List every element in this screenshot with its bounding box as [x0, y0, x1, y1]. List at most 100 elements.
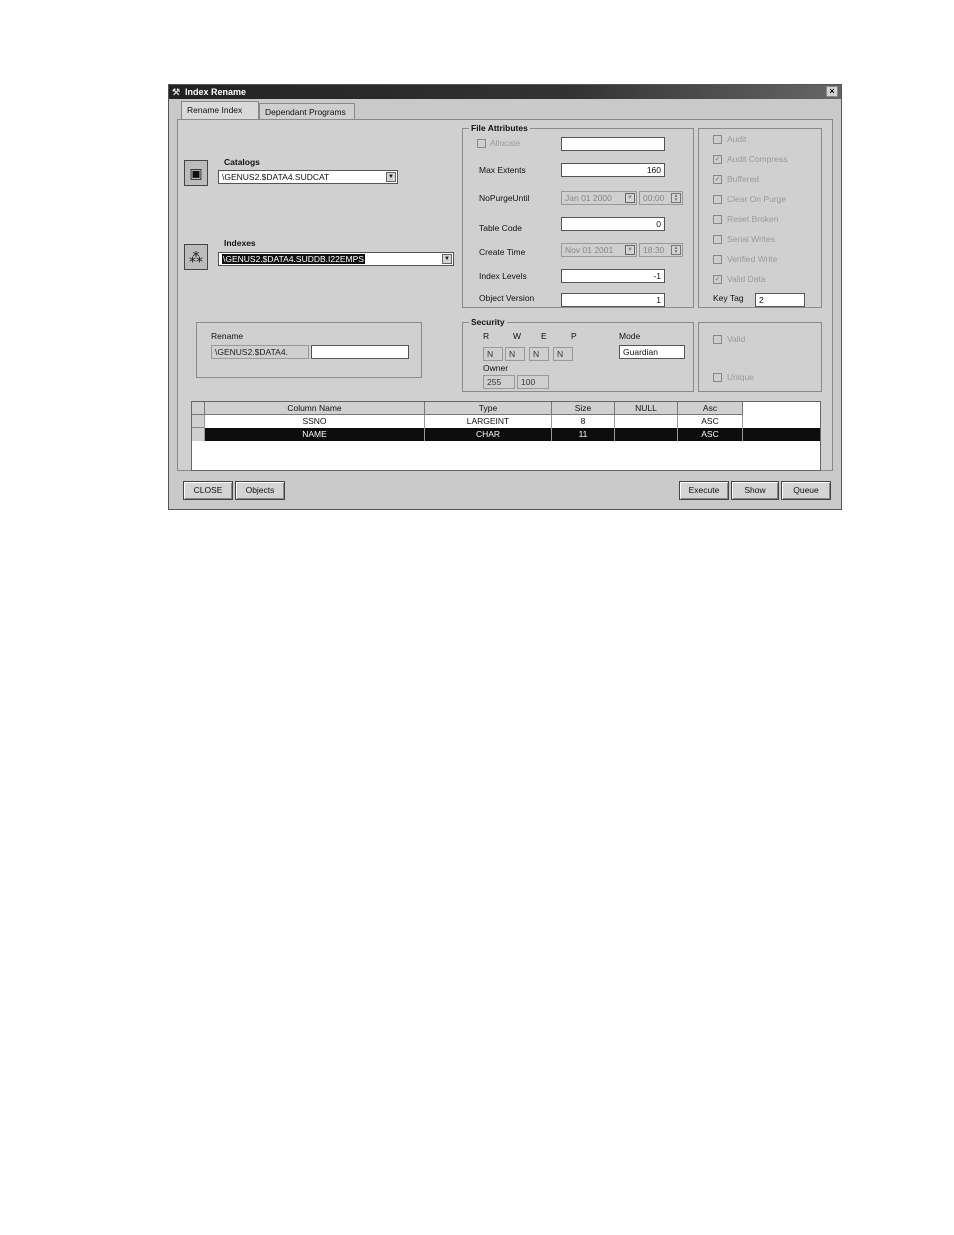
- buffered-checkbox[interactable]: ✓: [713, 175, 722, 184]
- audit-compress-checkbox[interactable]: ✓: [713, 155, 722, 164]
- queue-button[interactable]: Queue: [781, 481, 831, 500]
- buffered-label: Buffered: [727, 174, 759, 184]
- security-read-label: R: [483, 331, 490, 341]
- column-name-header[interactable]: Column Name: [205, 402, 425, 415]
- verified-write-checkbox[interactable]: [713, 255, 722, 264]
- file-attributes-group: File Attributes Allocate Max Extents 160…: [462, 123, 694, 308]
- rename-group: Rename \GENUS2.$DATA4.: [196, 322, 422, 378]
- spinner-icon: ▲ ▼: [671, 193, 681, 203]
- key-tag-field[interactable]: 2: [755, 293, 805, 307]
- key-tag-label: Key Tag: [713, 293, 744, 303]
- cell-column-name: SSNO: [205, 415, 425, 428]
- audit-checkbox[interactable]: [713, 135, 722, 144]
- chevron-down-icon[interactable]: ▼: [442, 254, 452, 264]
- no-purge-until-date: Jan 01 2000 ▼: [561, 191, 637, 205]
- cell-null: [615, 415, 678, 428]
- cell-size: 11: [552, 428, 615, 441]
- grid-corner: [192, 402, 205, 415]
- index-levels-field[interactable]: -1: [561, 269, 665, 283]
- show-button[interactable]: Show: [731, 481, 779, 500]
- asc-header[interactable]: Asc: [678, 402, 743, 415]
- serial-writes-checkbox[interactable]: [713, 235, 722, 244]
- cell-filler: [743, 428, 820, 441]
- tab-rename-index-label: Rename Index: [187, 105, 243, 115]
- owner-label: Owner: [483, 363, 509, 373]
- security-execute-field[interactable]: N: [529, 347, 549, 361]
- table-code-field[interactable]: 0: [561, 217, 665, 231]
- valid-checkbox[interactable]: [713, 335, 722, 344]
- cell-type: CHAR: [425, 428, 552, 441]
- no-purge-until-date-value: Jan 01 2000: [565, 193, 612, 203]
- rename-input[interactable]: [311, 345, 409, 359]
- indexes-dropdown[interactable]: \GENUS2.$DATA4.SUDDB.I22EMPS ▼: [218, 252, 454, 266]
- clear-on-purge-label: Clear On Purge: [727, 194, 787, 204]
- allocate-checkbox[interactable]: [477, 139, 486, 148]
- chevron-down-icon: ▼: [625, 193, 635, 203]
- allocate-field[interactable]: [561, 137, 665, 151]
- catalogs-dropdown[interactable]: \GENUS2.$DATA4.SUDCAT ▼: [218, 170, 398, 184]
- security-write-field[interactable]: N: [505, 347, 525, 361]
- object-version-label: Object Version: [479, 293, 535, 303]
- rename-prefix: \GENUS2.$DATA4.: [211, 345, 309, 359]
- security-purge-field[interactable]: N: [553, 347, 573, 361]
- window-title: Index Rename: [185, 87, 247, 97]
- indexes-value: \GENUS2.$DATA4.SUDDB.I22EMPS: [222, 254, 365, 264]
- audit-label: Audit: [727, 134, 747, 144]
- table-code-label: Table Code: [479, 223, 523, 233]
- row-selector[interactable]: [192, 428, 205, 441]
- tab-dependant-programs-label: Dependant Programs: [265, 107, 346, 117]
- no-purge-until-time-value: 00:00: [643, 193, 665, 203]
- size-header[interactable]: Size: [552, 402, 615, 415]
- owner-group-field[interactable]: 255: [483, 375, 515, 389]
- valid-label: Valid: [727, 334, 746, 344]
- cell-asc: ASC: [678, 428, 743, 441]
- table-row-selected[interactable]: NAME CHAR 11 ASC: [192, 428, 820, 441]
- reset-broken-label: Reset Broken: [727, 214, 779, 224]
- title-bar[interactable]: ⚒ Index Rename ×: [169, 85, 841, 99]
- create-time-time: 18:30 ▲ ▼: [639, 243, 683, 257]
- reset-broken-checkbox[interactable]: [713, 215, 722, 224]
- chevron-down-icon: ▼: [625, 245, 635, 255]
- rename-label: Rename: [211, 331, 244, 341]
- audit-compress-label: Audit Compress: [727, 154, 788, 164]
- serial-writes-label: Serial Writes: [727, 234, 776, 244]
- security-read-field[interactable]: N: [483, 347, 503, 361]
- valid-data-checkbox[interactable]: ✓: [713, 275, 722, 284]
- unique-label: Unique: [727, 372, 754, 382]
- create-time-date: Nov 01 2001 ▼: [561, 243, 637, 257]
- tab-rename-index[interactable]: Rename Index: [181, 101, 259, 120]
- close-button[interactable]: CLOSE: [183, 481, 233, 500]
- cell-null: [615, 428, 678, 441]
- mode-label: Mode: [619, 331, 641, 341]
- mode-field[interactable]: Guardian: [619, 345, 685, 359]
- security-write-label: W: [513, 331, 522, 341]
- null-header[interactable]: NULL: [615, 402, 678, 415]
- objects-button[interactable]: Objects: [235, 481, 285, 500]
- object-version-field[interactable]: 1: [561, 293, 665, 307]
- close-window-button[interactable]: ×: [826, 86, 838, 97]
- index-levels-label: Index Levels: [479, 271, 527, 281]
- unique-checkbox[interactable]: [713, 373, 722, 382]
- clear-on-purge-checkbox[interactable]: [713, 195, 722, 204]
- tab-dependant-programs[interactable]: Dependant Programs: [259, 103, 355, 119]
- no-purge-until-time: 00:00 ▲ ▼: [639, 191, 683, 205]
- execute-button[interactable]: Execute: [679, 481, 729, 500]
- file-attributes-title: File Attributes: [469, 123, 530, 133]
- options-group: Audit ✓ Audit Compress ✓ Buffered Clear …: [698, 128, 822, 308]
- index-columns-grid[interactable]: Column Name Type Size NULL Asc SSNO LARG…: [191, 401, 821, 471]
- indexes-label: Indexes: [224, 238, 256, 248]
- flags-group: Valid Unique: [698, 322, 822, 392]
- max-extents-field[interactable]: 160: [561, 163, 665, 177]
- security-purge-label: P: [571, 331, 577, 341]
- row-selector[interactable]: [192, 415, 205, 428]
- cell-type: LARGEINT: [425, 415, 552, 428]
- no-purge-until-label: NoPurgeUntil: [479, 193, 530, 203]
- type-header[interactable]: Type: [425, 402, 552, 415]
- verified-write-label: Verified Write: [727, 254, 778, 264]
- chevron-down-icon[interactable]: ▼: [386, 172, 396, 182]
- cell-column-name: NAME: [205, 428, 425, 441]
- create-time-time-value: 18:30: [643, 245, 665, 255]
- owner-user-field[interactable]: 100: [517, 375, 549, 389]
- table-row[interactable]: SSNO LARGEINT 8 ASC: [192, 415, 820, 428]
- catalogs-label: Catalogs: [224, 157, 260, 167]
